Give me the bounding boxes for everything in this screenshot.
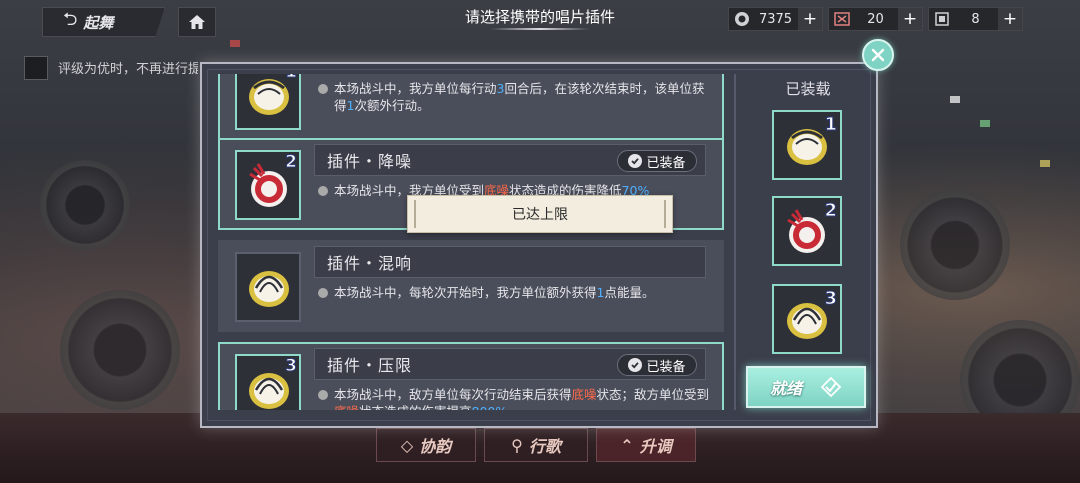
disc-icon — [235, 252, 301, 322]
disc-icon: 1 — [235, 74, 301, 130]
home-button[interactable] — [178, 7, 216, 37]
add-ticket-button[interactable]: + — [898, 8, 922, 30]
tab-xingge[interactable]: ⚲ 行歌 — [484, 428, 588, 462]
slot-number: 3 — [285, 356, 298, 377]
currency-coin: 7375 + — [728, 7, 823, 31]
currency-ticket: 20 + — [828, 7, 923, 31]
slot-number: 1 — [824, 114, 837, 136]
limit-toast: 已达上限 — [407, 195, 673, 233]
plugin-card[interactable]: 3 插件・压限 已装备本场战斗中，敌方单位每次行动结束后获得底噪状态；敌方单位受到底… — [218, 342, 724, 410]
slot-number: 2 — [285, 152, 298, 173]
check-icon — [628, 358, 643, 372]
plugin-description: 本场战斗中，我方单位每行动3回合后，在该轮次结束时，该单位获得1次额外行动。 — [316, 80, 710, 114]
add-card-button[interactable]: + — [998, 8, 1022, 30]
equipped-tag[interactable]: 已装备 — [617, 150, 697, 172]
back-button[interactable]: ⮌ 起舞 — [42, 7, 165, 37]
bullet-icon — [318, 390, 328, 400]
equipped-tag-label: 已装备 — [646, 359, 686, 375]
ticket-icon — [831, 8, 853, 30]
slot-number: 2 — [824, 200, 837, 222]
coin-icon — [731, 8, 753, 30]
equipped-title: 已装载 — [785, 80, 831, 98]
confirm-check-icon — [820, 376, 842, 398]
tab-xieyun[interactable]: ◇ 协韵 — [376, 428, 476, 462]
card-icon — [931, 8, 953, 30]
diamond-icon: ◇ — [400, 435, 414, 455]
page-title: 请选择携带的唱片插件 — [464, 8, 615, 26]
plugin-name: 插件・压限 — [327, 356, 413, 375]
add-coin-button[interactable]: + — [798, 8, 822, 30]
priority-checkbox[interactable] — [24, 56, 48, 80]
plugin-name-bar: 插件・压限 已装备 — [314, 348, 706, 380]
key-icon: ⚲ — [511, 435, 523, 455]
bullet-icon — [318, 186, 328, 196]
equipped-tag[interactable]: 已装备 — [617, 354, 697, 376]
slot-number: 1 — [285, 74, 298, 83]
plugin-name: 插件・降噪 — [327, 152, 413, 171]
plugin-name-bar: 插件・降噪 已装备 — [314, 144, 706, 176]
disc-icon: 3 — [235, 354, 301, 410]
plugin-description: 本场战斗中，敌方单位每次行动结束后获得底噪状态；敌方单位受到底噪状态造成的伤害提… — [316, 386, 710, 410]
tab-shengdiao[interactable]: ⌃ 升调 — [596, 428, 696, 462]
close-button[interactable] — [862, 39, 894, 71]
plugin-card[interactable]: 1 本场战斗中，我方单位每行动3回合后，在该轮次结束时，该单位获得1次额外行动。 — [218, 74, 724, 140]
plugin-name-bar: 插件・混响 — [314, 246, 706, 278]
title-underline — [490, 28, 590, 30]
home-icon — [189, 15, 205, 29]
close-icon — [871, 48, 885, 62]
equipped-slot-3[interactable]: 3 — [772, 284, 842, 354]
plugin-card[interactable]: 插件・混响本场战斗中，每轮次开始时，我方单位额外获得1点能量。 — [218, 240, 724, 332]
disc-icon: 2 — [235, 150, 301, 220]
ready-button[interactable]: 就绪 — [746, 366, 866, 408]
equipped-slot-1[interactable]: 1 — [772, 110, 842, 180]
bullet-icon — [318, 84, 328, 94]
equipped-tag-label: 已装备 — [646, 155, 686, 171]
priority-label: 评级为优时，不再进行提 — [58, 62, 198, 77]
bullet-icon — [318, 288, 328, 298]
back-arrow-icon: ⮌ — [63, 9, 78, 30]
currency-card: 8 + — [928, 7, 1023, 31]
plugin-description: 本场战斗中，每轮次开始时，我方单位额外获得1点能量。 — [316, 284, 710, 301]
plugin-list[interactable]: 1 本场战斗中，我方单位每行动3回合后，在该轮次结束时，该单位获得1次额外行动。 2… — [218, 74, 724, 410]
equipped-slot-2[interactable]: 2 — [772, 196, 842, 266]
column-divider — [734, 74, 736, 410]
upgrade-icon: ⌃ — [620, 435, 634, 455]
plugin-name: 插件・混响 — [327, 254, 413, 273]
slot-number: 3 — [824, 288, 837, 310]
check-icon — [628, 154, 643, 168]
